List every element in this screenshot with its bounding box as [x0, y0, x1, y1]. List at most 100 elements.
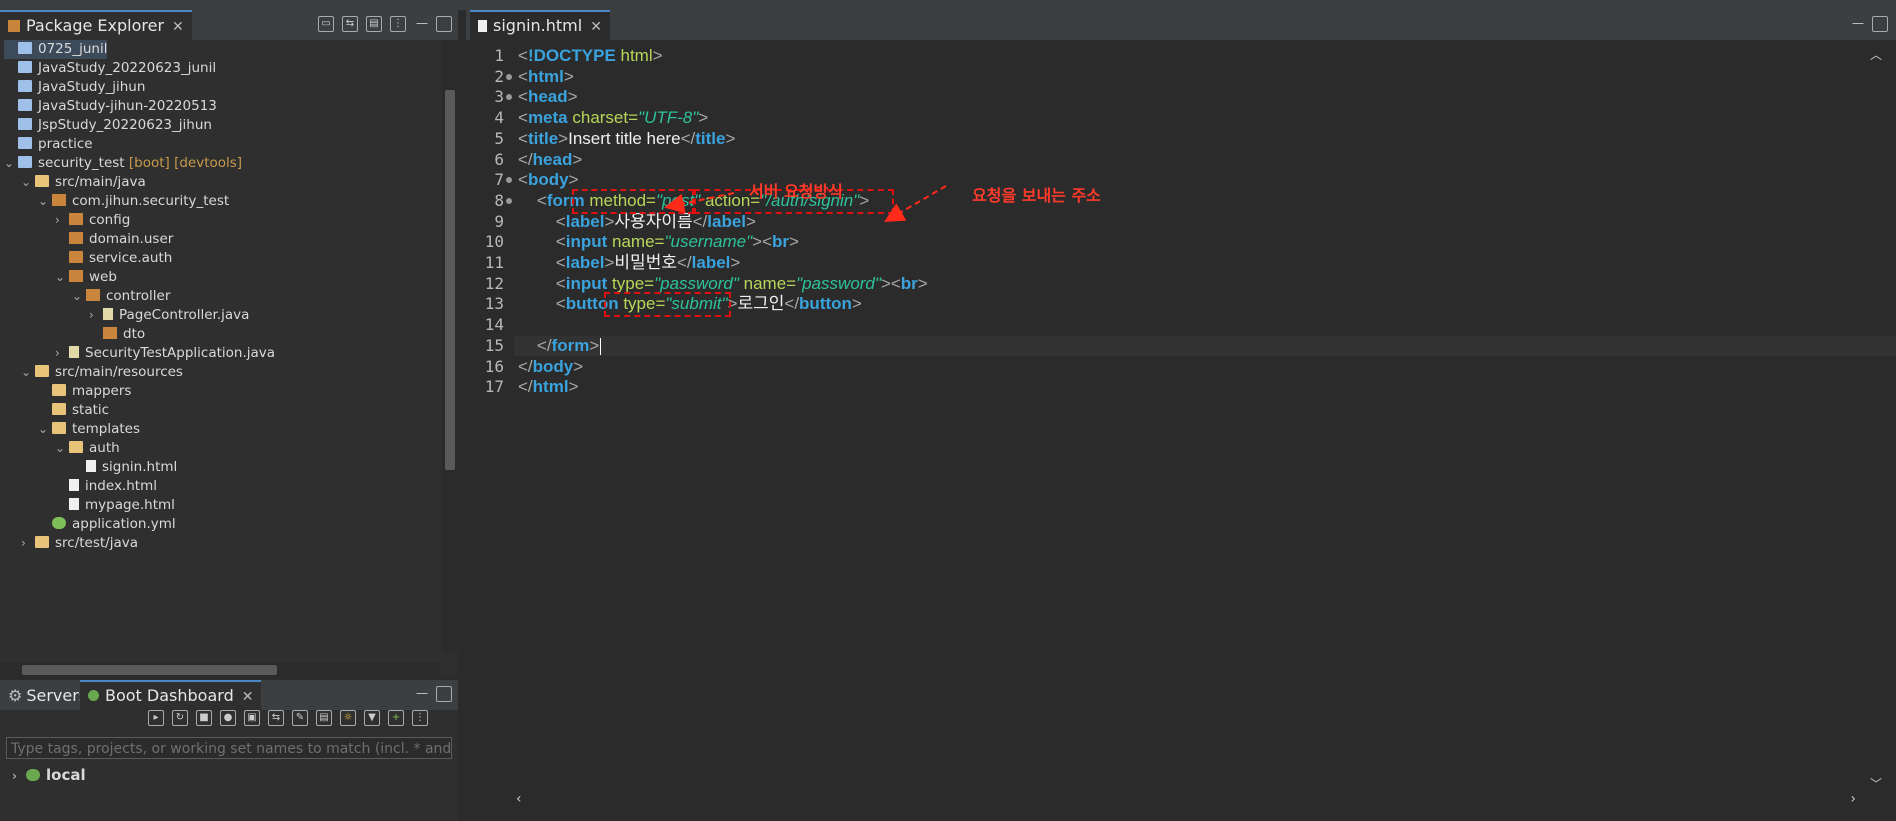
tree-item[interactable]: 0725_junil	[4, 40, 108, 59]
tree-item[interactable]: service.auth	[55, 249, 172, 268]
boot-project-icon	[18, 156, 32, 168]
more-icon[interactable]: ⋮	[390, 16, 406, 32]
bottom-tabbar: ⚙ Servers Boot Dashboard ✕ —	[0, 680, 458, 710]
main-toolbar	[0, 0, 1896, 10]
restart-icon[interactable]: ↻	[172, 710, 188, 726]
tree-item[interactable]: domain.user	[55, 230, 173, 249]
edit-icon[interactable]: ✎	[292, 710, 308, 726]
more-icon[interactable]: ⋮	[412, 710, 428, 726]
tab-boot-dashboard[interactable]: Boot Dashboard ✕	[80, 680, 262, 710]
tree-item[interactable]: JavaStudy_20220623_junil	[4, 59, 216, 78]
tree-item[interactable]: ⌄ security_test [boot] [devtools]	[4, 154, 242, 173]
tree-item[interactable]: ⌄ controller	[72, 287, 170, 306]
tree-item[interactable]: application.yml	[38, 515, 176, 534]
tree-item[interactable]: mappers	[38, 382, 131, 401]
tree-item-label: JavaStudy-jihun-20220513	[38, 98, 217, 114]
close-icon[interactable]: ✕	[172, 19, 184, 35]
package-explorer-icon	[8, 20, 20, 32]
view-menu-icon[interactable]: ▤	[366, 16, 382, 32]
project-icon	[18, 61, 32, 73]
collapse-all-icon[interactable]: ▭	[318, 16, 334, 32]
tree-item[interactable]: mypage.html	[55, 496, 175, 515]
tree-item[interactable]: ⌄ templates	[38, 420, 140, 439]
tree-item[interactable]: ⌄ web	[55, 268, 117, 287]
tab-label: Package Explorer	[26, 16, 165, 35]
tab-package-explorer[interactable]: Package Explorer ✕	[0, 10, 192, 40]
package-explorer-panel: Package Explorer ✕ ▭ ⇆ ▤ ⋮ — 0725_junil Ja…	[0, 10, 458, 678]
chevron-right-icon[interactable]: ›	[89, 306, 103, 325]
link-with-editor-icon[interactable]: ⇆	[342, 16, 358, 32]
tree-item[interactable]: › config	[55, 211, 130, 230]
filter-icon[interactable]: ▼	[364, 710, 380, 726]
code-editor: signin.html ✕ — 1 2 3 4 5 6 7 8 9 10 11 12 13 14 15 16 17…	[466, 10, 1896, 821]
tree-item[interactable]: practice	[4, 135, 93, 154]
chevron-down-icon[interactable]: ⌄	[38, 192, 52, 211]
chevron-down-icon[interactable]: ⌄	[55, 268, 69, 287]
method-arrow	[664, 192, 735, 214]
chevron-down-icon[interactable]: ⌄	[72, 287, 86, 306]
tree-item[interactable]: index.html	[55, 477, 157, 496]
tree-item-label: src/main/resources	[55, 364, 183, 380]
chevron-down-icon[interactable]: ⌄	[55, 439, 69, 458]
chevron-down-icon[interactable]: ⌄	[21, 173, 35, 192]
tree-item[interactable]: dto	[89, 325, 145, 344]
chevron-down-icon[interactable]: ⌄	[38, 420, 52, 439]
list-item-local[interactable]: › local	[12, 764, 86, 787]
editor-horizontal-scrollbar[interactable]: ‹ ›	[516, 791, 1856, 811]
tree-item[interactable]: ⌄ src/main/java	[21, 173, 146, 192]
tree-horizontal-scrollbar[interactable]	[0, 662, 440, 678]
scroll-left-icon[interactable]: ‹	[516, 791, 522, 807]
action-arrow	[884, 185, 947, 223]
lightbulb-icon[interactable]: ☼	[340, 710, 356, 726]
tree-item-label: SecurityTestApplication.java	[85, 345, 276, 361]
tree-item-label: domain.user	[89, 231, 174, 247]
tree-item-label: mappers	[72, 383, 132, 399]
boot-dashboard-icon	[88, 690, 99, 701]
tree-item[interactable]: ⌄ src/main/resources	[21, 363, 183, 382]
maximize-icon[interactable]	[436, 686, 452, 702]
tree-item[interactable]: › PageController.java	[89, 306, 249, 325]
tree-item-label: web	[89, 269, 117, 285]
tree-item[interactable]: JavaStudy_jihun	[4, 78, 145, 97]
debug-icon[interactable]: ●	[220, 710, 236, 726]
properties-icon[interactable]: ▤	[316, 710, 332, 726]
tree-item[interactable]: JspStudy_20220623_jihun	[4, 116, 212, 135]
chevron-right-icon[interactable]: ›	[55, 211, 69, 230]
scroll-up-icon[interactable]: ︿	[1870, 46, 1882, 63]
close-icon[interactable]: ✕	[242, 689, 254, 705]
chevron-right-icon[interactable]: ›	[55, 344, 69, 363]
scroll-thumb[interactable]	[22, 665, 277, 675]
maximize-icon[interactable]	[436, 16, 452, 32]
stop-icon[interactable]: ■	[196, 710, 212, 726]
chevron-down-icon[interactable]: ⌄	[4, 154, 18, 173]
minimize-icon[interactable]: —	[416, 686, 428, 704]
console-icon[interactable]: ▣	[244, 710, 260, 726]
add-icon[interactable]: +	[388, 710, 404, 726]
java-file-icon	[103, 308, 113, 320]
tree-item[interactable]: ⌄ com.jihun.security_test	[38, 192, 229, 211]
tree-item[interactable]: › SecurityTestApplication.java	[55, 344, 275, 363]
tree-item-label: JavaStudy_jihun	[38, 79, 146, 95]
project-icon	[18, 42, 32, 54]
tree-item-label: src/test/java	[55, 535, 139, 551]
scroll-thumb[interactable]	[445, 90, 455, 470]
scroll-right-icon[interactable]: ›	[1850, 791, 1856, 807]
editor-vertical-scrollbar[interactable]: ︿ ﹀	[1870, 46, 1884, 792]
tree-item[interactable]: static	[38, 401, 109, 420]
dashboard-filter-input[interactable]: Type tags, projects, or working set name…	[6, 737, 452, 759]
tree-item[interactable]: signin.html	[72, 458, 177, 477]
refresh-icon[interactable]: ⇆	[268, 710, 284, 726]
start-icon[interactable]: ▸	[148, 710, 164, 726]
chevron-right-icon[interactable]: ›	[21, 534, 35, 553]
project-icon	[18, 118, 32, 130]
scroll-down-icon[interactable]: ﹀	[1870, 775, 1882, 792]
tree-item[interactable]: › src/test/java	[21, 534, 138, 553]
source-folder-icon	[35, 536, 49, 548]
tree-item[interactable]: JavaStudy-jihun-20220513	[4, 97, 217, 116]
chevron-down-icon[interactable]: ⌄	[21, 363, 35, 382]
tree-item[interactable]: ⌄ auth	[55, 439, 120, 458]
tree-item-label: service.auth	[89, 250, 173, 266]
minimize-icon[interactable]: —	[416, 16, 428, 34]
tree-vertical-scrollbar[interactable]	[442, 40, 458, 652]
chevron-right-icon[interactable]: ›	[12, 765, 26, 788]
